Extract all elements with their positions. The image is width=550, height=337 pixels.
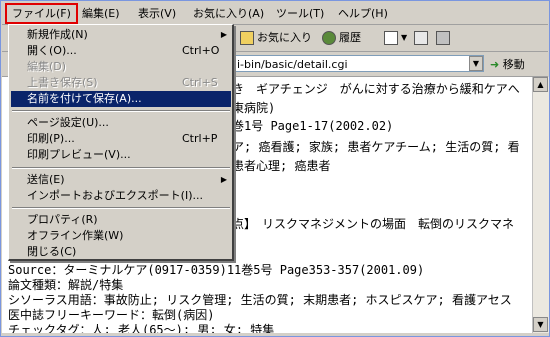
menu-item-open[interactable]: 開く(O)... Ctrl+O [11,43,231,59]
content-line: シソーラス用語：事故防止; リスク管理; 生活の質; 末期患者; ホスピスケア;… [8,293,512,307]
chevron-down-icon: ▼ [401,33,408,42]
address-dropdown[interactable]: ▼ [469,56,483,71]
menu-file[interactable]: ファイル(F) [5,3,78,24]
menu-item-label: 印刷(P)... [27,132,75,145]
content-line: Source：ターミナルケア(0917-0359)11巻5号 Page353-3… [8,263,425,277]
menu-item-label: インポートおよびエクスポート(I)... [27,189,203,202]
vertical-scrollbar[interactable]: ▲ ▼ [532,77,549,333]
menu-item-label: プロパティ(R) [27,213,98,226]
menu-favorites[interactable]: お気に入り(A) [188,5,269,22]
menu-separator [12,207,230,209]
favorites-label: お気に入り [257,31,312,44]
shortcut-label: Ctrl+O [182,44,220,57]
content-line[interactable]: 点】 リスクマネジメントの場面 転倒のリスクマネ [232,217,514,232]
menu-item-label: 印刷プレビュー(V)... [27,148,131,161]
menu-item-label: 送信(E) [27,173,65,186]
menu-edit[interactable]: 編集(E) [77,5,125,22]
menu-item-label: 編集(D) [27,60,67,73]
file-menu-dropdown: 新規作成(N) ▶ 開く(O)... Ctrl+O 編集(D) 上書き保存(S)… [8,24,234,261]
favorites-icon [240,31,254,45]
content-line: 患者心理; 癌患者 [232,159,331,173]
content-line: チェックタグ：人; 老人(65～); 男; 女; 特集 [8,323,275,333]
history-icon [322,31,336,45]
print-icon [414,31,428,45]
menu-item-save: 上書き保存(S) Ctrl+S [11,75,231,91]
menu-item-close[interactable]: 閉じる(C) [11,244,231,260]
menu-item-label: ページ設定(U)... [27,116,109,129]
go-arrow-icon: ➜ [490,58,500,71]
print-button[interactable] [414,29,428,47]
go-button[interactable]: ➜ 移動 [490,56,525,73]
history-label: 履歴 [339,31,361,44]
go-label: 移動 [502,58,525,71]
content-line: 論文種類：解説/特集 [8,278,124,292]
menu-item-label: 開く(O)... [27,44,77,57]
menu-item-import-export[interactable]: インポートおよびエクスポート(I)... [11,188,231,204]
shortcut-label: Ctrl+P [182,132,218,145]
content-line: ア; 癌看護; 家族; 患者ケアチーム; 生活の質; 看 [232,140,520,154]
menu-item-save-as[interactable]: 名前を付けて保存(A)... [11,91,231,107]
menu-tools[interactable]: ツール(T) [271,5,329,22]
content-line: 東病院) [232,101,276,115]
content-line: 医中誌フリーキーワード：転倒(病因) [8,308,215,322]
menu-item-properties[interactable]: プロパティ(R) [11,212,231,228]
submenu-arrow-icon: ▶ [220,30,227,39]
chevron-down-icon: ▼ [472,59,480,68]
menu-item-edit: 編集(D) [11,59,231,75]
menu-bar: ファイル(F) 編集(E) 表示(V) お気に入り(A) ツール(T) ヘルプ(… [2,2,548,25]
favorites-button[interactable]: お気に入り [240,29,312,47]
submenu-arrow-icon: ▶ [220,175,227,184]
menu-separator [12,110,230,112]
shortcut-label: Ctrl+S [182,76,218,89]
menu-item-label: 新規作成(N) [27,28,88,41]
content-line: 巻1号 Page1-17(2002.02) [232,119,394,133]
menu-item-label: 閉じる(C) [27,245,77,258]
menu-item-page-setup[interactable]: ページ設定(U)... [11,115,231,131]
content-line: き ギアチェンジ がんに対する治療から緩和ケアへ [232,82,520,96]
menu-help[interactable]: ヘルプ(H) [333,5,393,22]
menu-separator [12,167,230,169]
menu-item-send[interactable]: 送信(E) ▶ [11,172,231,188]
address-input[interactable]: i-bin/basic/detail.cgi [232,55,484,72]
edit-page-button[interactable] [436,29,450,47]
mail-icon [384,31,398,45]
scroll-up-button[interactable]: ▲ [533,77,548,92]
menu-view[interactable]: 表示(V) [133,5,181,22]
menu-item-label: オフライン作業(W) [27,229,124,242]
mail-button[interactable]: ▼ [384,29,407,47]
scroll-down-button[interactable]: ▼ [533,317,548,332]
menu-item-print[interactable]: 印刷(P)... Ctrl+P [11,131,231,147]
menu-item-offline[interactable]: オフライン作業(W) [11,228,231,244]
menu-item-label: 名前を付けて保存(A)... [27,92,142,105]
menu-item-print-preview[interactable]: 印刷プレビュー(V)... [11,147,231,163]
history-button[interactable]: 履歴 [322,29,361,47]
edit-icon [436,31,450,45]
menu-item-new[interactable]: 新規作成(N) ▶ [11,27,231,43]
menu-item-label: 上書き保存(S) [27,76,98,89]
